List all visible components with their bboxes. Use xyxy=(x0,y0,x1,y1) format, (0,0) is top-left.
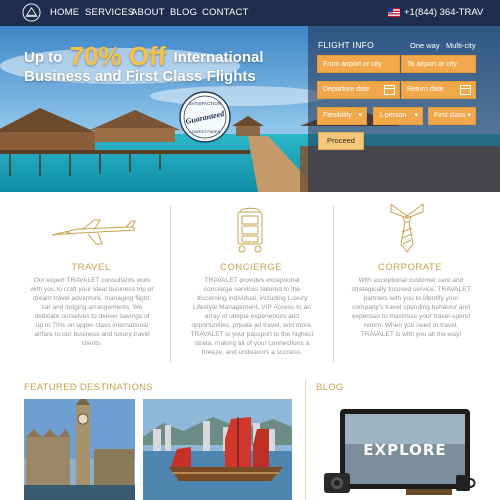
service-description: TRAVALET provides exceptional concierge … xyxy=(190,277,314,356)
departure-date-field[interactable]: Departure date xyxy=(317,81,400,99)
to-airport-input[interactable] xyxy=(401,55,476,73)
nav-services[interactable]: SERVICES xyxy=(85,7,134,18)
proceed-button[interactable]: Proceed xyxy=(318,132,364,150)
satisfaction-guaranteed-badge: SATISFACTION Guaranteed LOWEST FARES xyxy=(179,91,231,143)
explore-text: EXPLORE xyxy=(363,441,446,459)
calendar-icon[interactable] xyxy=(460,85,471,95)
headline-line-2: Business and First Class Flights xyxy=(24,68,256,85)
us-flag-icon xyxy=(388,8,400,17)
luggage-cart-icon xyxy=(237,207,263,253)
flexibility-value: Flexibility xyxy=(323,112,352,119)
logo-icon[interactable] xyxy=(22,3,41,22)
top-navigation: HOME SERVICES ABOUT BLOG CONTACT +1(844)… xyxy=(0,0,500,26)
headline-suffix: International xyxy=(173,49,264,66)
headline-prefix: Up to xyxy=(24,49,63,66)
destination-london-photo[interactable] xyxy=(24,399,135,500)
class-select[interactable]: First class ▾ xyxy=(428,107,476,125)
return-date-placeholder: Return date xyxy=(407,86,444,93)
flight-info-title: FLIGHT INFO xyxy=(318,40,375,50)
badge-bottom-text: LOWEST FARES xyxy=(189,129,220,134)
necktie-icon xyxy=(390,203,424,253)
headline-line-1: Up to 70% Off International xyxy=(24,38,264,71)
return-date-field[interactable]: Return date xyxy=(401,81,476,99)
flight-info-panel: FLIGHT INFO One way Multi-city Departure… xyxy=(308,26,500,192)
section-divider xyxy=(305,380,306,500)
london-image xyxy=(24,399,135,500)
multi-city-option[interactable]: Multi-city xyxy=(446,41,476,50)
destination-hong-kong-photo[interactable] xyxy=(143,399,292,500)
flexibility-select[interactable]: Flexibility ▾ xyxy=(317,107,367,125)
one-way-option[interactable]: One way xyxy=(410,41,440,50)
blog-laptop-image: EXPLORE xyxy=(316,399,500,500)
service-travel: TRAVEL Our expert TRAVALET consultants w… xyxy=(8,192,174,368)
service-description: With exceptional customer care and strat… xyxy=(351,277,471,338)
chevron-down-icon: ▾ xyxy=(467,112,471,119)
phone-number[interactable]: +1(844) 364-TRAV xyxy=(404,7,483,18)
service-title: CONCIERGE xyxy=(219,262,283,273)
calendar-icon[interactable] xyxy=(384,85,395,95)
from-airport-input[interactable] xyxy=(317,55,400,73)
service-description: Our expert TRAVALET consultants work wit… xyxy=(30,277,154,347)
nav-blog[interactable]: BLOG xyxy=(170,7,197,18)
service-corporate: CORPORATE With exceptional customer care… xyxy=(327,192,493,368)
service-concierge: CONCIERGE TRAVALET provides exceptional … xyxy=(168,192,334,368)
headline-discount: 70% Off xyxy=(69,41,167,71)
persons-value: 1 person xyxy=(379,112,407,119)
persons-select[interactable]: 1 person ▾ xyxy=(373,107,423,125)
airplane-icon xyxy=(51,219,136,245)
nav-contact[interactable]: CONTACT xyxy=(202,7,249,18)
service-title: CORPORATE xyxy=(378,262,442,273)
nav-home[interactable]: HOME xyxy=(50,7,79,18)
blog-explore-photo[interactable]: EXPLORE xyxy=(316,399,500,500)
hong-kong-junk-image xyxy=(143,399,292,500)
class-value: First class xyxy=(434,112,466,119)
chevron-down-icon: ▾ xyxy=(414,112,418,119)
blog-title: BLOG xyxy=(316,382,344,393)
badge-top-text: SATISFACTION xyxy=(189,101,221,106)
departure-date-placeholder: Departure date xyxy=(323,86,370,93)
service-title: TRAVEL xyxy=(71,262,111,273)
nav-about[interactable]: ABOUT xyxy=(131,7,165,18)
chevron-down-icon: ▾ xyxy=(358,112,362,119)
featured-destinations-title: FEATURED DESTINATIONS xyxy=(24,382,153,393)
